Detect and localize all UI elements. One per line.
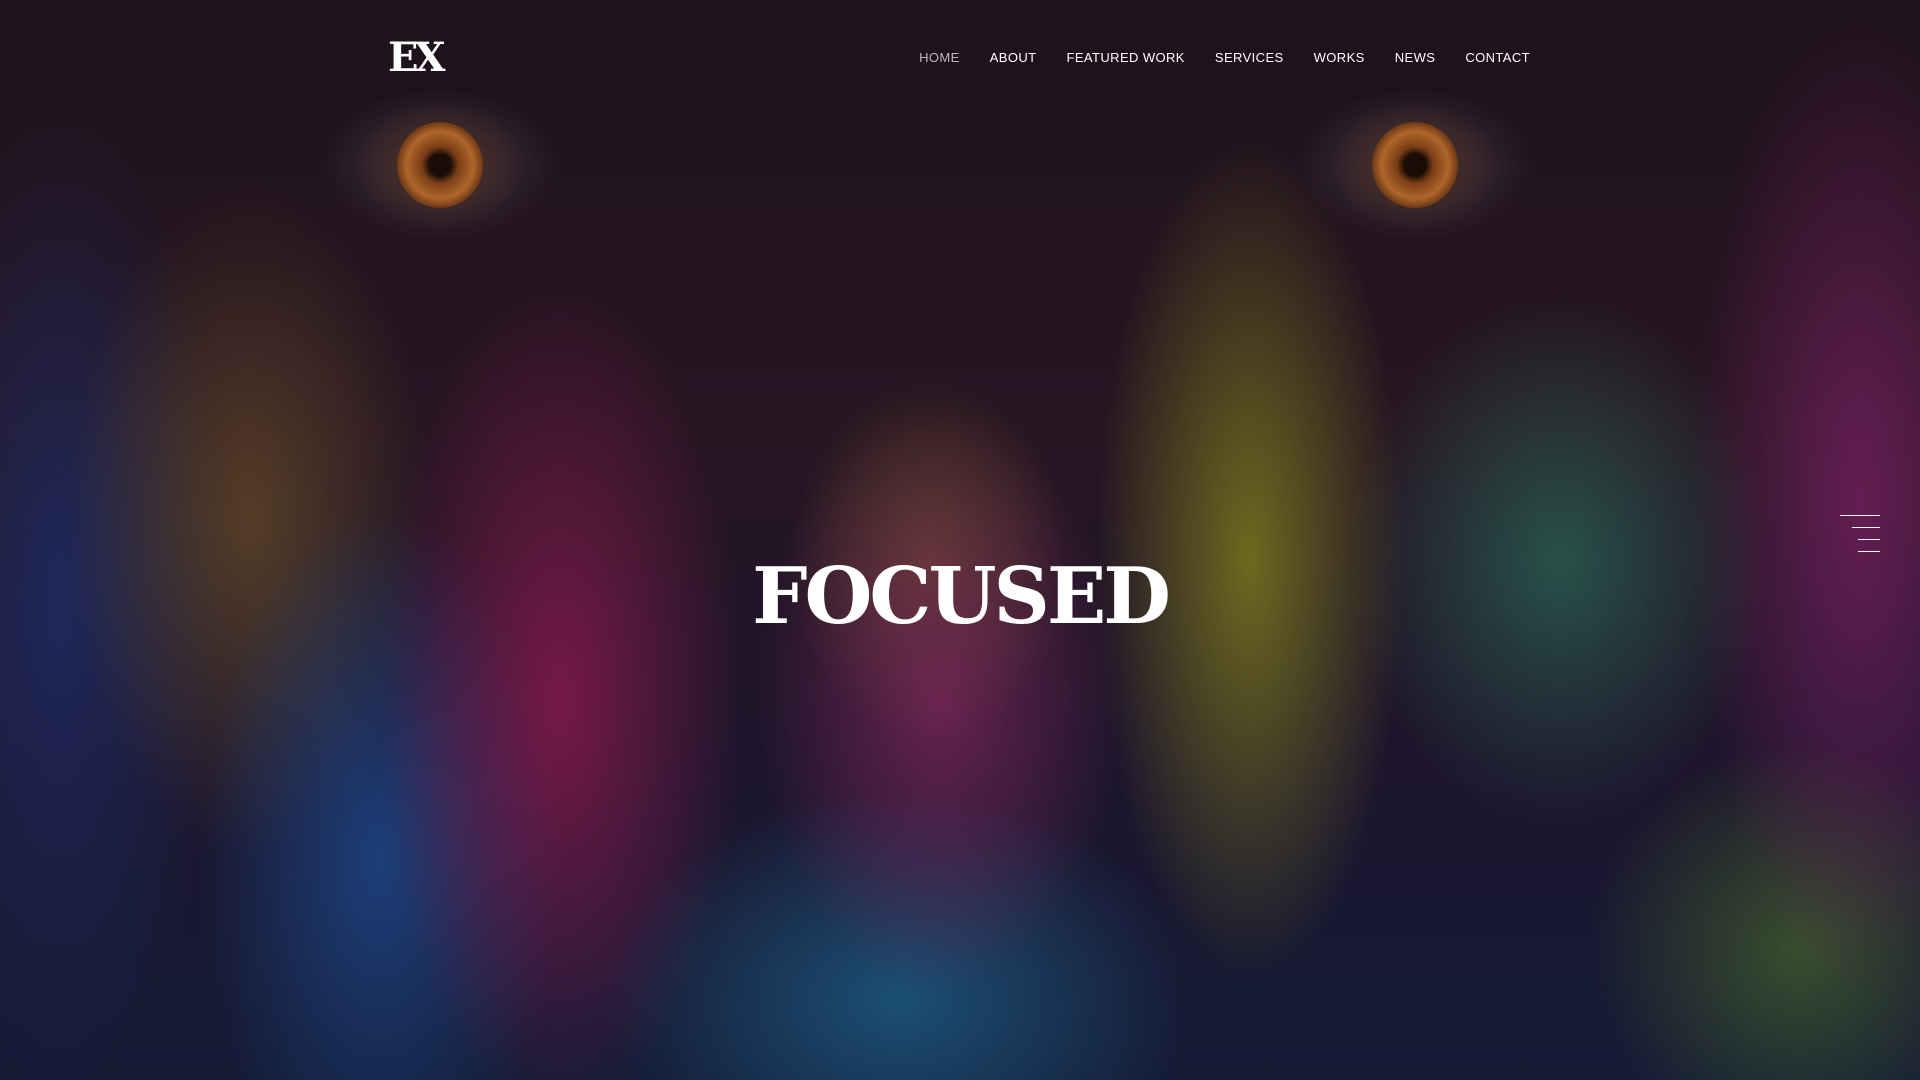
nav-home[interactable]: HOME [919, 50, 960, 65]
site-logo[interactable]: EX [388, 38, 445, 78]
menu-line [1840, 515, 1880, 516]
nav-services[interactable]: SERVICES [1215, 50, 1284, 65]
right-eye-image [1372, 122, 1458, 208]
hero-background: EX HOME ABOUT FEATURED WORK SERVICES WOR… [0, 0, 1920, 1080]
menu-line [1852, 527, 1880, 528]
nav-about[interactable]: ABOUT [990, 50, 1037, 65]
nav-featured-work[interactable]: FEATURED WORK [1067, 50, 1185, 65]
menu-line [1858, 551, 1880, 552]
nav-news[interactable]: NEWS [1395, 50, 1436, 65]
main-navigation: HOME ABOUT FEATURED WORK SERVICES WORKS … [919, 50, 1530, 65]
nav-works[interactable]: WORKS [1314, 50, 1365, 65]
nav-contact[interactable]: CONTACT [1465, 50, 1530, 65]
hamburger-menu-icon[interactable] [1838, 515, 1880, 567]
hero-headline: FOCUSED [752, 551, 1171, 643]
menu-line [1858, 539, 1880, 540]
left-eye-image [397, 122, 483, 208]
